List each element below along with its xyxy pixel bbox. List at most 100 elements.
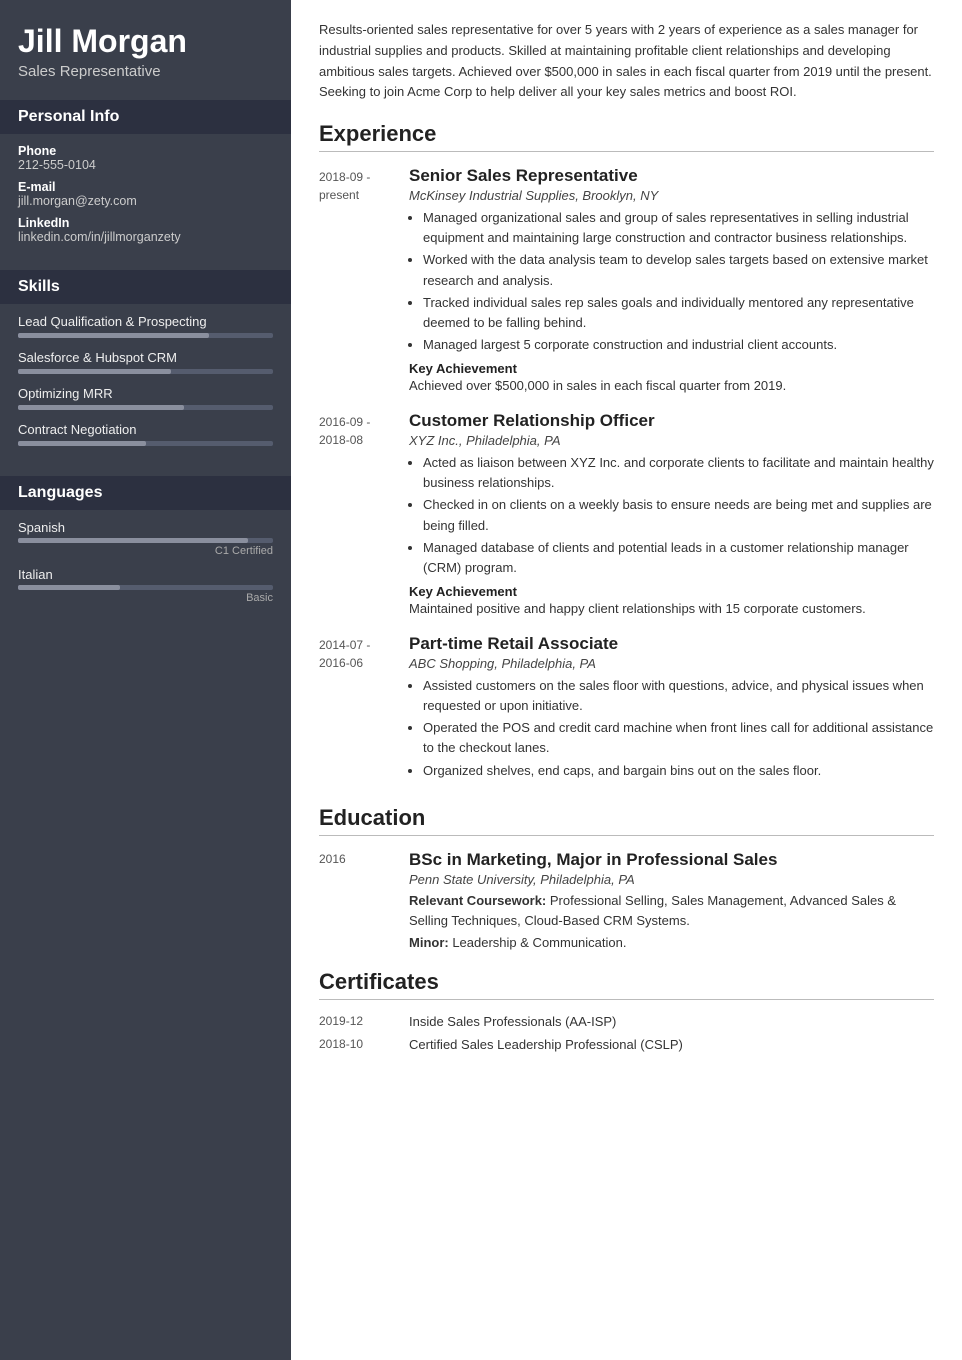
skills-header: Skills	[0, 270, 291, 304]
language-item: Italian Basic	[18, 567, 273, 604]
skills-content: Lead Qualification & Prospecting Salesfo…	[0, 304, 291, 462]
key-achievement-label: Key Achievement	[409, 584, 934, 599]
email-item: E-mail jill.morgan@zety.com	[18, 180, 273, 208]
exp-title: Customer Relationship Officer	[409, 411, 934, 431]
language-level: Basic	[18, 592, 273, 604]
exp-details: Senior Sales Representative McKinsey Ind…	[409, 166, 934, 393]
language-level: C1 Certified	[18, 545, 273, 557]
certificate-block: 2018-10 Certified Sales Leadership Profe…	[319, 1037, 934, 1052]
bullet-item: Assisted customers on the sales floor wi…	[423, 676, 934, 716]
phone-item: Phone 212-555-0104	[18, 144, 273, 172]
skill-item: Contract Negotiation	[18, 422, 273, 446]
edu-date: 2016	[319, 850, 409, 955]
exp-bullets: Assisted customers on the sales floor wi…	[423, 676, 934, 781]
experience-header: Experience	[319, 121, 934, 152]
skill-name: Optimizing MRR	[18, 386, 273, 401]
skill-item: Optimizing MRR	[18, 386, 273, 410]
experience-block: 2018-09 -present Senior Sales Representa…	[319, 166, 934, 393]
languages-content: Spanish C1 Certified Italian Basic	[0, 510, 291, 618]
key-achievement-text: Achieved over $500,000 in sales in each …	[409, 378, 934, 393]
languages-header: Languages	[0, 476, 291, 510]
bullet-item: Acted as liaison between XYZ Inc. and co…	[423, 453, 934, 493]
linkedin-item: LinkedIn linkedin.com/in/jillmorganzety	[18, 216, 273, 244]
exp-title: Part-time Retail Associate	[409, 634, 934, 654]
linkedin-label: LinkedIn	[18, 216, 273, 230]
candidate-name: Jill Morgan	[18, 24, 273, 59]
bullet-item: Worked with the data analysis team to de…	[423, 250, 934, 290]
exp-company: XYZ Inc., Philadelphia, PA	[409, 433, 934, 448]
experience-block: 2016-09 -2018-08 Customer Relationship O…	[319, 411, 934, 616]
skill-bar-bg	[18, 333, 273, 338]
key-achievement-text: Maintained positive and happy client rel…	[409, 601, 934, 616]
email-value: jill.morgan@zety.com	[18, 194, 273, 208]
experience-block: 2014-07 -2016-06 Part-time Retail Associ…	[319, 634, 934, 787]
personal-info-header: Personal Info	[0, 100, 291, 134]
summary-text: Results-oriented sales representative fo…	[319, 20, 934, 103]
edu-school: Penn State University, Philadelphia, PA	[409, 872, 934, 887]
cert-text: Inside Sales Professionals (AA-ISP)	[409, 1014, 616, 1029]
language-name: Italian	[18, 567, 273, 582]
language-name: Spanish	[18, 520, 273, 535]
cert-text: Certified Sales Leadership Professional …	[409, 1037, 683, 1052]
skill-bar-fill	[18, 369, 171, 374]
bullet-item: Organized shelves, end caps, and bargain…	[423, 761, 934, 781]
key-achievement-label: Key Achievement	[409, 361, 934, 376]
language-item: Spanish C1 Certified	[18, 520, 273, 557]
bullet-item: Checked in on clients on a weekly basis …	[423, 495, 934, 535]
exp-date: 2014-07 -2016-06	[319, 634, 409, 787]
skill-item: Lead Qualification & Prospecting	[18, 314, 273, 338]
skill-bar-fill	[18, 333, 209, 338]
education-block: 2016 BSc in Marketing, Major in Professi…	[319, 850, 934, 955]
exp-title: Senior Sales Representative	[409, 166, 934, 186]
personal-info-content: Phone 212-555-0104 E-mail jill.morgan@ze…	[0, 134, 291, 256]
phone-value: 212-555-0104	[18, 158, 273, 172]
certificate-block: 2019-12 Inside Sales Professionals (AA-I…	[319, 1014, 934, 1029]
language-bar-bg	[18, 538, 273, 543]
edu-minor: Minor: Leadership & Communication.	[409, 933, 934, 953]
certificates-header: Certificates	[319, 969, 934, 1000]
bullet-item: Operated the POS and credit card machine…	[423, 718, 934, 758]
exp-date: 2018-09 -present	[319, 166, 409, 393]
exp-company: ABC Shopping, Philadelphia, PA	[409, 656, 934, 671]
experience-content: 2018-09 -present Senior Sales Representa…	[319, 166, 934, 787]
skill-name: Contract Negotiation	[18, 422, 273, 437]
sidebar-name-block: Jill Morgan Sales Representative	[0, 0, 291, 86]
skill-bar-bg	[18, 369, 273, 374]
language-bar-fill	[18, 538, 248, 543]
candidate-title: Sales Representative	[18, 63, 273, 80]
skill-bar-bg	[18, 441, 273, 446]
cert-date: 2019-12	[319, 1014, 409, 1029]
personal-info-section: Personal Info Phone 212-555-0104 E-mail …	[0, 100, 291, 256]
phone-label: Phone	[18, 144, 273, 158]
edu-details: BSc in Marketing, Major in Professional …	[409, 850, 934, 955]
exp-details: Part-time Retail Associate ABC Shopping,…	[409, 634, 934, 787]
linkedin-value: linkedin.com/in/jillmorganzety	[18, 230, 273, 244]
cert-date: 2018-10	[319, 1037, 409, 1052]
email-label: E-mail	[18, 180, 273, 194]
skills-section: Skills Lead Qualification & Prospecting …	[0, 270, 291, 462]
experience-section: Experience 2018-09 -present Senior Sales…	[319, 121, 934, 787]
skill-bar-fill	[18, 441, 146, 446]
bullet-item: Managed largest 5 corporate construction…	[423, 335, 934, 355]
education-header: Education	[319, 805, 934, 836]
sidebar: Jill Morgan Sales Representative Persona…	[0, 0, 291, 1360]
exp-company: McKinsey Industrial Supplies, Brooklyn, …	[409, 188, 934, 203]
skill-bar-fill	[18, 405, 184, 410]
certificates-section: Certificates 2019-12 Inside Sales Profes…	[319, 969, 934, 1052]
main-content: Results-oriented sales representative fo…	[291, 0, 962, 1360]
bullet-item: Managed organizational sales and group o…	[423, 208, 934, 248]
language-bar-bg	[18, 585, 273, 590]
exp-details: Customer Relationship Officer XYZ Inc., …	[409, 411, 934, 616]
certificates-content: 2019-12 Inside Sales Professionals (AA-I…	[319, 1014, 934, 1052]
exp-date: 2016-09 -2018-08	[319, 411, 409, 616]
edu-coursework: Relevant Coursework: Professional Sellin…	[409, 891, 934, 931]
skill-name: Salesforce & Hubspot CRM	[18, 350, 273, 365]
bullet-item: Tracked individual sales rep sales goals…	[423, 293, 934, 333]
skill-bar-bg	[18, 405, 273, 410]
languages-section: Languages Spanish C1 Certified Italian B…	[0, 476, 291, 618]
bullet-item: Managed database of clients and potentia…	[423, 538, 934, 578]
education-content: 2016 BSc in Marketing, Major in Professi…	[319, 850, 934, 955]
education-section: Education 2016 BSc in Marketing, Major i…	[319, 805, 934, 955]
language-bar-fill	[18, 585, 120, 590]
exp-bullets: Acted as liaison between XYZ Inc. and co…	[423, 453, 934, 578]
